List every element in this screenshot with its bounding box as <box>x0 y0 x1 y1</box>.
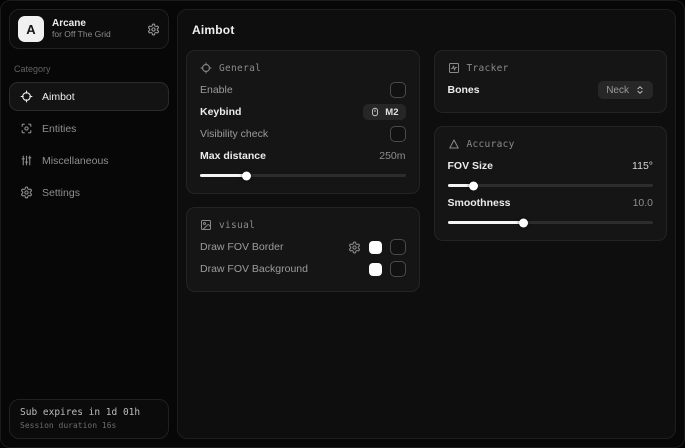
session-duration-text: Session duration 16s <box>20 421 158 430</box>
app-subtitle: for Off The Grid <box>52 30 111 40</box>
app-logo: A <box>18 16 44 42</box>
mouse-icon <box>370 107 380 117</box>
card-accuracy: Accuracy FOV Size 115° Smoothness 10.0 <box>434 126 668 241</box>
draw-fov-border-label: Draw FOV Border <box>200 241 283 253</box>
keybind-button[interactable]: M2 <box>363 104 405 120</box>
subscription-info-card: Sub expires in 1d 01h Session duration 1… <box>9 399 169 439</box>
logo-letter: A <box>26 22 35 37</box>
crosshair-icon <box>200 62 212 74</box>
keybind-row: Keybind M2 <box>200 101 406 123</box>
scan-person-icon <box>20 122 33 135</box>
draw-fov-background-checkbox[interactable] <box>390 261 406 277</box>
card-title: Accuracy <box>467 139 515 150</box>
page-title: Aimbot <box>192 23 667 37</box>
crosshair-icon <box>20 90 33 103</box>
bones-selected-value: Neck <box>606 85 629 96</box>
slider-thumb[interactable] <box>519 218 528 227</box>
smoothness-value: 10.0 <box>633 197 653 209</box>
category-label: Category <box>14 64 164 74</box>
sidebar-item-miscellaneous[interactable]: Miscellaneous <box>9 146 169 175</box>
keybind-label: Keybind <box>200 106 241 118</box>
app-logo-card: A Arcane for Off The Grid <box>9 9 169 49</box>
sidebar-item-label: Entities <box>42 123 76 135</box>
max-distance-value: 250m <box>379 150 405 162</box>
sidebar: A Arcane for Off The Grid Category Aimbo… <box>1 1 177 447</box>
card-title: General <box>219 63 261 74</box>
draw-fov-border-checkbox[interactable] <box>390 239 406 255</box>
max-distance-label: Max distance <box>200 150 266 162</box>
sidebar-item-entities[interactable]: Entities <box>9 114 169 143</box>
card-general: General Enable Keybind M2 <box>186 50 420 194</box>
fov-size-slider[interactable] <box>448 184 654 187</box>
enable-label: Enable <box>200 84 233 96</box>
fov-border-color-swatch[interactable] <box>369 241 382 254</box>
draw-fov-background-row: Draw FOV Background <box>200 258 406 280</box>
chevrons-up-down-icon <box>635 85 645 95</box>
draw-fov-border-row: Draw FOV Border <box>200 236 406 258</box>
keybind-value: M2 <box>385 107 398 118</box>
visibility-check-checkbox[interactable] <box>390 126 406 142</box>
sidebar-item-label: Aimbot <box>42 91 75 103</box>
fov-size-row: FOV Size 115° <box>448 155 654 177</box>
enable-checkbox[interactable] <box>390 82 406 98</box>
card-title: visual <box>219 220 255 231</box>
visibility-check-row: Visibility check <box>200 123 406 145</box>
bones-row: Bones Neck <box>448 79 654 101</box>
sidebar-item-settings[interactable]: Settings <box>9 178 169 207</box>
slider-thumb[interactable] <box>242 171 251 180</box>
draw-fov-background-label: Draw FOV Background <box>200 263 308 275</box>
bones-label: Bones <box>448 84 480 96</box>
card-tracker: Tracker Bones Neck <box>434 50 668 113</box>
sidebar-item-label: Settings <box>42 187 80 199</box>
main-panel: Aimbot General Enable <box>177 9 676 439</box>
gear-icon[interactable] <box>147 23 160 36</box>
sub-expires-text: Sub expires in 1d 01h <box>20 407 158 418</box>
triangle-icon <box>448 138 460 150</box>
visibility-check-label: Visibility check <box>200 128 268 140</box>
sidebar-nav: Aimbot Entities Miscellaneous Settings <box>9 82 169 210</box>
image-icon <box>200 219 212 231</box>
slider-thumb[interactable] <box>469 181 478 190</box>
card-visual: visual Draw FOV Border Draw <box>186 207 420 292</box>
enable-row: Enable <box>200 79 406 101</box>
sliders-icon <box>20 154 33 167</box>
app-name: Arcane <box>52 18 111 30</box>
card-title: Tracker <box>467 63 509 74</box>
gear-icon <box>20 186 33 199</box>
gear-icon[interactable] <box>348 241 361 254</box>
smoothness-slider[interactable] <box>448 221 654 224</box>
fov-background-color-swatch[interactable] <box>369 263 382 276</box>
activity-icon <box>448 62 460 74</box>
smoothness-label: Smoothness <box>448 197 511 209</box>
sidebar-item-label: Miscellaneous <box>42 155 109 167</box>
max-distance-row: Max distance 250m <box>200 145 406 167</box>
sidebar-item-aimbot[interactable]: Aimbot <box>9 82 169 111</box>
bones-select[interactable]: Neck <box>598 81 653 99</box>
fov-size-value: 115° <box>632 160 653 172</box>
fov-size-label: FOV Size <box>448 160 494 172</box>
app-window: A Arcane for Off The Grid Category Aimbo… <box>0 0 685 448</box>
smoothness-row: Smoothness 10.0 <box>448 192 654 214</box>
max-distance-slider[interactable] <box>200 174 406 177</box>
